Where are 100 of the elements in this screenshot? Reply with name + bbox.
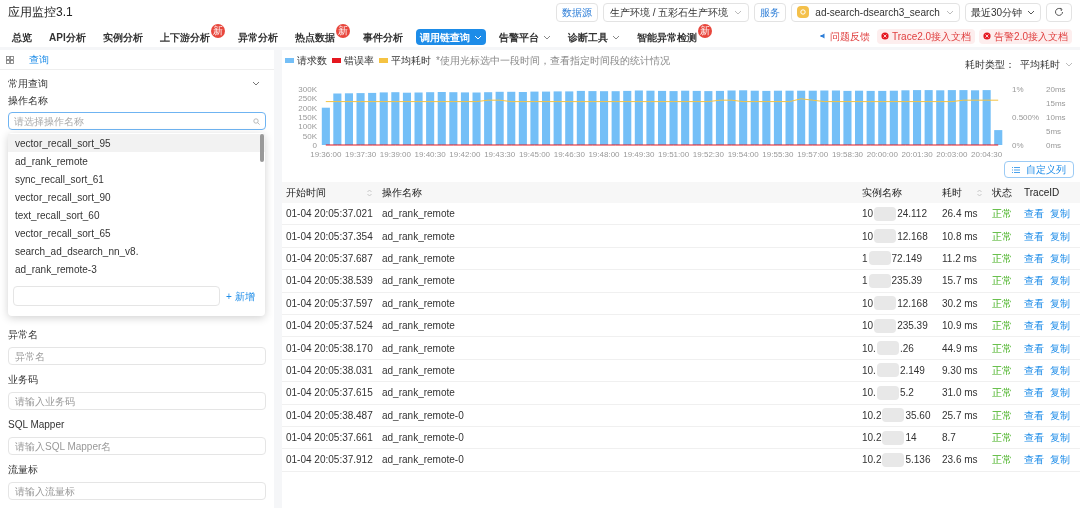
axis-tick-label: 19:51:00 xyxy=(658,150,690,159)
bar xyxy=(773,90,782,145)
dropdown-option[interactable]: sync_recall_sort_61 xyxy=(8,170,265,188)
action-link[interactable]: 复制 xyxy=(1050,407,1070,423)
bar xyxy=(669,91,678,145)
status-text: 正常 xyxy=(992,432,1012,444)
nav-tab[interactable]: API分析 xyxy=(45,29,90,45)
table-cell: 9.30 ms xyxy=(942,364,978,376)
dropdown-option[interactable]: vector_recall_sort_90 xyxy=(8,188,265,206)
dropdown-option[interactable]: vector_recall_sort_95 xyxy=(8,134,265,152)
dropdown-option[interactable]: search_ad_dsearch_nn_v8. xyxy=(8,242,265,260)
dropdown-option[interactable]: ad_rank_remote-3 xyxy=(8,260,265,278)
doc-link[interactable]: Trace2.0接入文档 xyxy=(877,28,976,44)
table-cell: ad_rank_remote xyxy=(382,297,455,309)
add-button[interactable]: + 新增 xyxy=(226,288,255,304)
action-link[interactable]: 复制 xyxy=(1050,250,1070,266)
action-link[interactable]: 查看 xyxy=(1024,340,1044,356)
bar xyxy=(553,91,562,145)
refresh-button[interactable] xyxy=(1046,2,1072,22)
service-select[interactable]: ad-search-dsearch3_search xyxy=(791,2,960,22)
latency-type-select[interactable]: 耗时类型： 平均耗时 xyxy=(965,56,1073,72)
status-text: 正常 xyxy=(992,252,1012,264)
action-link[interactable]: 查看 xyxy=(1024,295,1044,311)
bar xyxy=(588,91,597,145)
action-link[interactable]: 查看 xyxy=(1024,250,1044,266)
custom-columns-button[interactable]: 自定义列 xyxy=(1004,161,1074,178)
action-link[interactable]: 复制 xyxy=(1050,340,1070,356)
action-link[interactable]: 查看 xyxy=(1024,452,1044,468)
table-cell: 01-04 20:05:38.031 xyxy=(286,364,373,376)
action-link[interactable]: 查看 xyxy=(1024,228,1044,244)
dropdown-option[interactable]: ad_rank_remote xyxy=(8,152,265,170)
axis-tick-label: 5ms xyxy=(1046,127,1062,136)
query-tab[interactable]: 查询 xyxy=(29,52,49,67)
doc-link[interactable]: 告警2.0接入文档 xyxy=(979,28,1072,44)
nav-tab[interactable]: 实例分析 xyxy=(98,29,147,45)
bar xyxy=(750,90,759,145)
action-link[interactable]: 复制 xyxy=(1050,452,1070,468)
axis-tick-label: 250K xyxy=(298,94,317,104)
axis-tick-label: 20:04:30 xyxy=(971,150,1003,159)
dropdown-option[interactable]: vector_recall_sort_65 xyxy=(8,224,265,242)
axis-tick-label: 19:37:30 xyxy=(345,150,377,159)
action-link[interactable]: 复制 xyxy=(1050,206,1070,222)
axis-tick-label: 19:46:30 xyxy=(553,150,585,159)
nav-tab[interactable]: 调用链查询 xyxy=(415,29,486,45)
action-link[interactable]: 查看 xyxy=(1024,206,1044,222)
action-link[interactable]: 查看 xyxy=(1024,362,1044,378)
app-title: 应用监控3.1 xyxy=(8,4,73,21)
bar xyxy=(982,90,991,145)
nav-tab[interactable]: 总览 xyxy=(8,29,36,45)
action-link[interactable]: 查看 xyxy=(1024,385,1044,401)
feedback-link[interactable]: 问题反馈 xyxy=(817,28,873,44)
table-cell-text: 10 xyxy=(862,207,874,222)
action-link[interactable]: 复制 xyxy=(1050,362,1070,378)
axis-tick-label: 19:52:30 xyxy=(692,150,724,159)
environment-select[interactable]: 生产环境 / 五彩石生产环境 xyxy=(603,2,750,22)
table-cell-text: 10 xyxy=(862,229,874,244)
axis-tick-label: 19:42:00 xyxy=(449,150,481,159)
column-header: 耗时 xyxy=(942,186,962,200)
status-text: 正常 xyxy=(992,454,1012,466)
bar xyxy=(971,90,980,145)
scrollbar-thumb[interactable] xyxy=(260,134,264,162)
bar xyxy=(797,90,806,145)
text-field[interactable]: 请输入SQL Mapper名 xyxy=(8,437,266,455)
nav-tab[interactable]: 事件分析 xyxy=(358,29,407,45)
text-field[interactable]: 请输入业务码 xyxy=(8,392,266,410)
nav-tab[interactable]: 告警平台 xyxy=(494,29,555,45)
field-label: 业务码 xyxy=(8,373,39,387)
action-link[interactable]: 查看 xyxy=(1024,273,1044,289)
text-field[interactable]: 请输入流量标 xyxy=(8,482,266,500)
new-option-field[interactable] xyxy=(13,286,220,306)
table-cell-text: 35.60 xyxy=(905,408,931,423)
action-link[interactable]: 复制 xyxy=(1050,385,1070,401)
table-cell: 01-04 20:05:38.170 xyxy=(286,342,373,354)
caret-icon xyxy=(734,9,743,15)
table-cell-text: 235.39 xyxy=(897,319,928,334)
action-link[interactable]: 查看 xyxy=(1024,318,1044,334)
bar xyxy=(368,92,377,145)
action-link[interactable]: 查看 xyxy=(1024,430,1044,446)
bar xyxy=(947,90,956,145)
dropdown-option[interactable]: text_recall_sort_60 xyxy=(8,206,265,224)
bar xyxy=(576,90,585,145)
operation-select[interactable]: 请选择操作名称 xyxy=(8,112,266,130)
axis-tick-label: 20:00:00 xyxy=(866,150,898,159)
table-cell-text: 12.168 xyxy=(897,229,928,244)
action-link[interactable]: 复制 xyxy=(1050,318,1070,334)
action-link[interactable]: 复制 xyxy=(1050,228,1070,244)
table-cell: 01-04 20:05:37.615 xyxy=(286,387,373,399)
action-link[interactable]: 复制 xyxy=(1050,295,1070,311)
action-link[interactable]: 复制 xyxy=(1050,430,1070,446)
nav-tab[interactable]: 异常分析 xyxy=(233,29,282,45)
bar xyxy=(831,90,840,145)
field-label: 流量标 xyxy=(8,463,39,477)
time-range-select[interactable]: 最近30分钟 xyxy=(964,2,1041,22)
table-cell: 01-04 20:05:37.661 xyxy=(286,432,373,444)
text-field[interactable]: 异常名 xyxy=(8,347,266,365)
table-cell: 11.2 ms xyxy=(942,252,977,264)
bar xyxy=(634,90,643,145)
nav-tab[interactable]: 诊断工具 xyxy=(563,29,624,45)
action-link[interactable]: 复制 xyxy=(1050,273,1070,289)
action-link[interactable]: 查看 xyxy=(1024,407,1044,423)
